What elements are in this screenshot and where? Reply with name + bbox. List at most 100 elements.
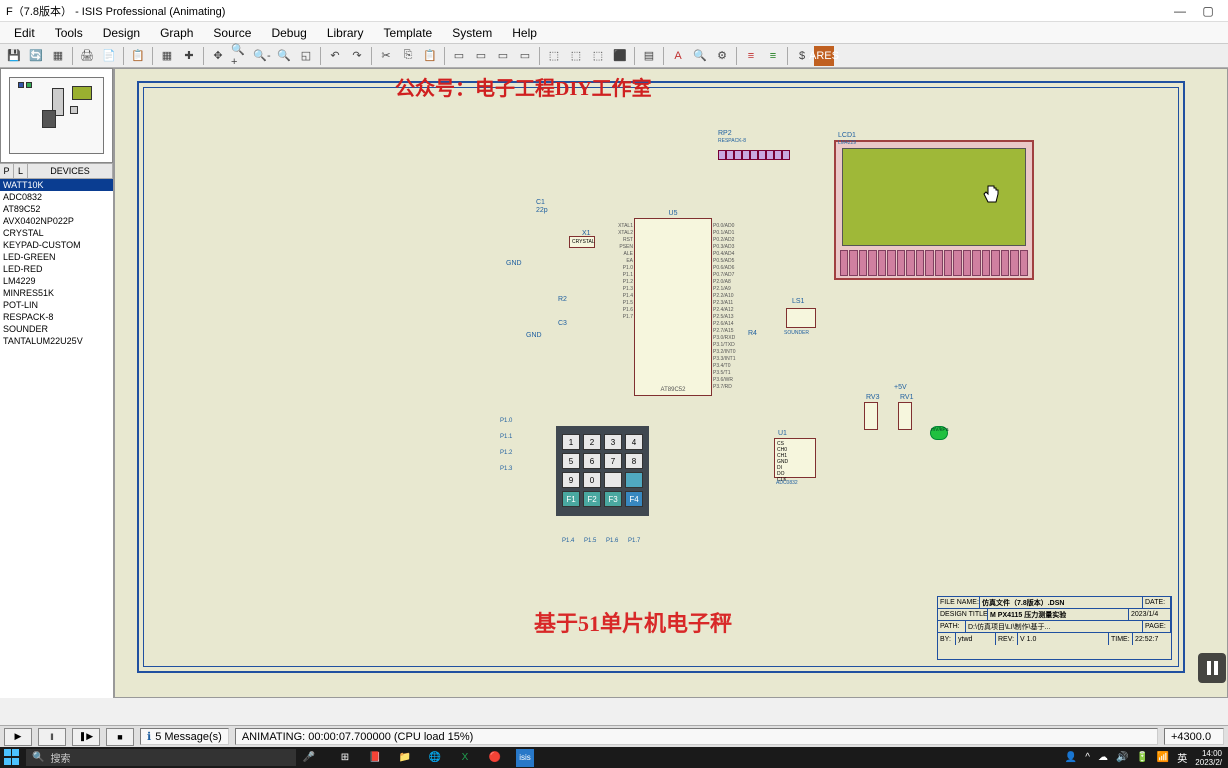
key-8[interactable]: 8 — [625, 453, 643, 469]
tray-battery-icon[interactable]: 🔋 — [1136, 752, 1148, 763]
adc0832[interactable]: CSCH0CH1GNDDIDOCLK — [774, 438, 816, 478]
tool-block4-icon[interactable]: ▭ — [515, 46, 535, 66]
tray-people-icon[interactable]: 👤 — [1065, 752, 1077, 763]
menu-debug[interactable]: Debug — [263, 24, 314, 42]
menu-help[interactable]: Help — [504, 24, 545, 42]
sim-play-button[interactable]: ▶ — [4, 728, 32, 746]
tool-zoomall-icon[interactable]: 🔍 — [274, 46, 294, 66]
sensor-icon[interactable]: mV/kPa — [930, 426, 948, 440]
device-item[interactable]: TANTALUM22U25V — [0, 335, 113, 347]
tool-zoomout-icon[interactable]: 🔍- — [252, 46, 272, 66]
tool-print-icon[interactable]: 🖨 — [77, 46, 97, 66]
device-item[interactable]: LED-RED — [0, 263, 113, 275]
key-blank1[interactable] — [604, 472, 622, 488]
menu-source[interactable]: Source — [205, 24, 259, 42]
tool-paste-icon[interactable]: 📋 — [420, 46, 440, 66]
tool-ares-icon[interactable]: ARES — [814, 46, 834, 66]
tool-printarea-icon[interactable]: 📄 — [99, 46, 119, 66]
taskbar-search[interactable]: 🔍 搜索 — [26, 749, 296, 766]
key-4[interactable]: 4 — [625, 434, 643, 450]
tool-pick-icon[interactable]: ⬚ — [544, 46, 564, 66]
tray-speaker-icon[interactable]: 🔊 — [1116, 752, 1128, 763]
key-1[interactable]: 1 — [562, 434, 580, 450]
crystal[interactable]: CRYSTAL — [569, 236, 595, 248]
tray-cloud-icon[interactable]: ☁ — [1098, 752, 1108, 763]
key-f3[interactable]: F3 — [604, 491, 622, 507]
key-3[interactable]: 3 — [604, 434, 622, 450]
tool-zoomin-icon[interactable]: 🔍+ — [230, 46, 250, 66]
device-item[interactable]: AVX0402NP022P — [0, 215, 113, 227]
tray-up-icon[interactable]: ^ — [1085, 752, 1090, 763]
tool-decomp-icon[interactable]: ⬛ — [610, 46, 630, 66]
menu-tools[interactable]: Tools — [47, 24, 91, 42]
menu-edit[interactable]: Edit — [6, 24, 43, 42]
tool-copy-icon[interactable]: ⎘ — [398, 46, 418, 66]
sounder[interactable] — [786, 308, 816, 328]
tool-block2-icon[interactable]: ▭ — [471, 46, 491, 66]
key-f4[interactable]: F4 — [625, 491, 643, 507]
tool-pan-icon[interactable]: ✥ — [208, 46, 228, 66]
tool-grid-icon[interactable]: ▦ — [157, 46, 177, 66]
sim-pause-button[interactable]: ‖ — [38, 728, 66, 746]
key-f2[interactable]: F2 — [583, 491, 601, 507]
key-6[interactable]: 6 — [583, 453, 601, 469]
tool-cut-icon[interactable]: ✂ — [376, 46, 396, 66]
device-item[interactable]: WATT10K — [0, 179, 113, 191]
taskbar-clock[interactable]: 14:00 2023/2/ — [1195, 749, 1222, 767]
tray-wifi-icon[interactable]: 📶 — [1157, 752, 1169, 763]
tool-zoomarea-icon[interactable]: ◱ — [296, 46, 316, 66]
tool-wire-icon[interactable]: ▤ — [639, 46, 659, 66]
tool-search-icon[interactable]: 🔍 — [690, 46, 710, 66]
key-9[interactable]: 9 — [562, 472, 580, 488]
schematic-canvas[interactable]: 公众号：电子工程DIY工作室 U5 XTAL1XTAL2 RST PSENALE… — [114, 68, 1228, 698]
tool-origin-icon[interactable]: ✚ — [179, 46, 199, 66]
tool-undo-icon[interactable]: ↶ — [325, 46, 345, 66]
mcu-at89c52[interactable]: U5 XTAL1XTAL2 RST PSENALEEA P1.0P1.1P1.2… — [634, 218, 712, 396]
tray-lang[interactable]: 英 — [1177, 750, 1187, 765]
minimize-button[interactable]: — — [1166, 4, 1194, 18]
mic-icon[interactable]: 🎤 — [302, 752, 316, 763]
key-blank2[interactable] — [625, 472, 643, 488]
browser-icon[interactable]: 🌐 — [426, 749, 444, 767]
device-item[interactable]: POT-LIN — [0, 299, 113, 311]
tool-refresh-icon[interactable]: 🔄 — [26, 46, 46, 66]
record-icon[interactable]: 🔴 — [486, 749, 504, 767]
menu-system[interactable]: System — [444, 24, 500, 42]
device-list[interactable]: WATT10K ADC0832 AT89C52 AVX0402NP022P CR… — [0, 179, 113, 698]
device-item[interactable]: MINRES51K — [0, 287, 113, 299]
device-item[interactable]: SOUNDER — [0, 323, 113, 335]
device-item[interactable]: KEYPAD-CUSTOM — [0, 239, 113, 251]
explorer-icon[interactable]: 📁 — [396, 749, 414, 767]
pdf-icon[interactable]: 📕 — [366, 749, 384, 767]
key-5[interactable]: 5 — [562, 453, 580, 469]
device-item[interactable]: LM4229 — [0, 275, 113, 287]
key-7[interactable]: 7 — [604, 453, 622, 469]
pot-rv1[interactable] — [898, 402, 912, 430]
tool-redo-icon[interactable]: ↷ — [347, 46, 367, 66]
excel-icon[interactable]: X — [456, 749, 474, 767]
respack-rp2[interactable]: RP2 RESPACK-8 — [718, 140, 790, 160]
key-0[interactable]: 0 — [583, 472, 601, 488]
device-item[interactable]: ADC0832 — [0, 191, 113, 203]
tool-autoroute-icon[interactable]: A — [668, 46, 688, 66]
tool-props-icon[interactable]: ⚙ — [712, 46, 732, 66]
menu-design[interactable]: Design — [95, 24, 148, 42]
keypad[interactable]: 1 2 3 4 5 6 7 8 9 0 — [556, 426, 649, 516]
video-pause-button[interactable] — [1198, 653, 1226, 683]
tool-clipboard-icon[interactable]: 📋 — [128, 46, 148, 66]
tool-netlist-icon[interactable]: ≡ — [763, 46, 783, 66]
header-l[interactable]: L — [14, 164, 28, 178]
isis-app-icon[interactable]: isis — [516, 749, 534, 767]
messages-status[interactable]: ℹ 5 Message(s) — [140, 728, 229, 745]
menu-template[interactable]: Template — [376, 24, 441, 42]
key-2[interactable]: 2 — [583, 434, 601, 450]
header-p[interactable]: P — [0, 164, 14, 178]
device-item[interactable]: CRYSTAL — [0, 227, 113, 239]
key-f1[interactable]: F1 — [562, 491, 580, 507]
tool-make-icon[interactable]: ⬚ — [566, 46, 586, 66]
lcd1[interactable]: LCD1 LM4229 — [834, 140, 1034, 280]
device-item[interactable]: RESPACK-8 — [0, 311, 113, 323]
tool-save-icon[interactable]: 💾 — [4, 46, 24, 66]
tool-block3-icon[interactable]: ▭ — [493, 46, 513, 66]
menu-library[interactable]: Library — [319, 24, 372, 42]
